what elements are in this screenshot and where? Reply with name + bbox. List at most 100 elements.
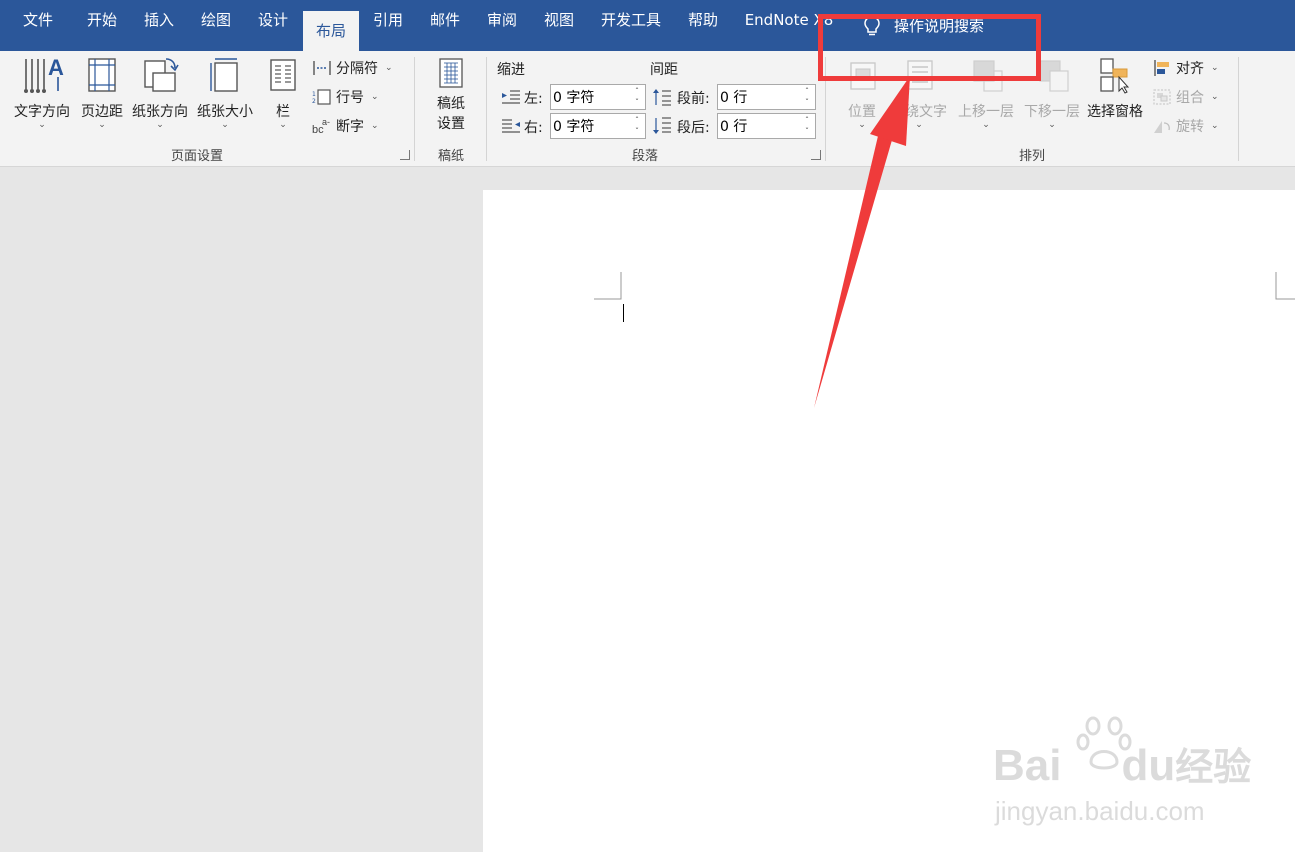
line-numbers-icon: 12 <box>312 89 331 105</box>
draft-paper-label-1: 稿纸 <box>437 96 465 112</box>
margins-icon <box>88 58 116 92</box>
tab-home[interactable]: 开始 <box>80 0 124 40</box>
hyphenation-icon: bc a- <box>312 117 330 135</box>
tab-view[interactable]: 视图 <box>537 0 581 40</box>
spacing-after-input[interactable] <box>720 117 794 135</box>
tab-file[interactable]: 文件 <box>14 0 62 40</box>
paragraph-launcher-icon[interactable] <box>811 150 821 160</box>
group-divider <box>414 57 415 161</box>
columns-label: 栏 <box>276 104 290 120</box>
columns-icon <box>270 59 296 91</box>
chevron-down-icon: ⌄ <box>38 120 46 130</box>
size-button[interactable]: 纸张大小 ⌄ <box>193 55 257 130</box>
margins-label: 页边距 <box>81 104 123 120</box>
rotate-button[interactable]: 旋转 ⌄ <box>1152 116 1219 136</box>
spinner-arrows-icon[interactable]: ˆˇ <box>631 86 643 108</box>
draft-group-label: 稿纸 <box>437 149 464 164</box>
hyphenation-button[interactable]: bc a- 断字 ⌄ <box>312 116 379 136</box>
menu-bar: 文件 开始 插入 绘图 设计 布局 引用 邮件 审阅 视图 开发工具 帮助 En… <box>0 0 1295 51</box>
draft-paper-icon <box>439 58 463 88</box>
text-direction-icon: A <box>24 55 64 93</box>
paper-size-icon <box>210 58 238 92</box>
breaks-icon <box>313 61 331 75</box>
rotate-icon <box>1154 121 1170 133</box>
chevron-down-icon: ⌄ <box>98 120 106 130</box>
indent-left-input[interactable] <box>553 88 627 106</box>
tab-design[interactable]: 设计 <box>251 0 295 40</box>
spacing-before-icon <box>653 89 671 106</box>
selection-pane-button[interactable]: 选择窗格 <box>1084 55 1146 121</box>
selection-pane-label: 选择窗格 <box>1087 104 1143 120</box>
group-objects-label: 组合 <box>1176 90 1204 106</box>
svg-text:1: 1 <box>312 91 316 98</box>
draft-paper-button[interactable]: 稿纸 设置 <box>426 55 476 133</box>
group-divider <box>1238 57 1239 161</box>
tab-review[interactable]: 审阅 <box>480 0 524 40</box>
align-label: 对齐 <box>1176 61 1204 77</box>
text-cursor <box>623 304 624 322</box>
breaks-button[interactable]: 分隔符 ⌄ <box>312 58 393 78</box>
tab-developer[interactable]: 开发工具 <box>596 0 666 40</box>
chevron-down-icon: ⌄ <box>156 120 164 130</box>
columns-button[interactable]: 栏 ⌄ <box>266 55 300 130</box>
group-divider <box>486 57 487 161</box>
spacing-header: 间距 <box>650 62 678 78</box>
send-backward-label: 下移一层 <box>1024 104 1080 120</box>
spacing-after-label: 段后: <box>677 120 710 136</box>
indent-left-label: 左: <box>524 91 543 107</box>
orientation-icon <box>144 58 179 92</box>
group-icon <box>1153 89 1171 105</box>
draft-paper-label-2: 设置 <box>437 116 465 132</box>
spacing-before-field[interactable]: ˆˇ <box>717 84 816 110</box>
line-numbers-label: 行号 <box>336 90 364 106</box>
spinner-arrows-icon[interactable]: ˆˇ <box>801 86 813 108</box>
tab-references[interactable]: 引用 <box>366 0 410 40</box>
arrange-group-label: 排列 <box>1018 149 1045 164</box>
paragraph-group-label: 段落 <box>631 149 658 164</box>
svg-text:A: A <box>48 55 64 80</box>
bring-forward-label: 上移一层 <box>958 104 1014 120</box>
tab-mailings[interactable]: 邮件 <box>423 0 467 40</box>
indent-right-label: 右: <box>524 120 543 136</box>
page-setup-launcher-icon[interactable] <box>400 150 410 160</box>
spacing-before-label: 段前: <box>677 91 710 107</box>
tab-help[interactable]: 帮助 <box>681 0 725 40</box>
breaks-label: 分隔符 <box>336 61 378 77</box>
tab-draw[interactable]: 绘图 <box>194 0 238 40</box>
indent-header: 缩进 <box>497 62 525 78</box>
chevron-down-icon: ⌄ <box>1048 120 1056 130</box>
svg-text:2: 2 <box>312 98 316 105</box>
spinner-arrows-icon[interactable]: ˆˇ <box>801 115 813 137</box>
line-numbers-button[interactable]: 12 行号 ⌄ <box>312 87 379 107</box>
spacing-after-field[interactable]: ˆˇ <box>717 113 816 139</box>
chevron-down-icon: ⌄ <box>279 120 287 130</box>
ribbon: A 文字方向 ⌄ 页边距 ⌄ 纸张方向 ⌄ 纸张大小 ⌄ 栏 ⌄ 分隔符 ⌄ 1… <box>0 51 1295 167</box>
page-setup-group-label: 页面设置 <box>170 149 223 164</box>
chevron-down-icon: ⌄ <box>915 120 923 130</box>
indent-right-field[interactable]: ˆˇ <box>550 113 646 139</box>
chevron-down-icon: ⌄ <box>221 120 229 130</box>
watermark-brand-a: Bai <box>993 741 1062 790</box>
align-button[interactable]: 对齐 ⌄ <box>1152 58 1219 78</box>
orientation-label: 纸张方向 <box>132 104 188 120</box>
orientation-button[interactable]: 纸张方向 ⌄ <box>128 55 192 130</box>
spacing-after-icon <box>653 117 671 134</box>
tab-layout[interactable]: 布局 <box>303 11 359 51</box>
indent-right-input[interactable] <box>553 117 627 135</box>
watermark-brand-c: 经验 <box>1175 745 1252 789</box>
chevron-down-icon: ⌄ <box>858 120 866 130</box>
position-label: 位置 <box>848 104 876 120</box>
spacing-before-input[interactable] <box>720 88 794 106</box>
watermark-url: jingyan.baidu.com <box>995 796 1205 826</box>
group-objects-button[interactable]: 组合 ⌄ <box>1152 87 1219 107</box>
indent-left-icon <box>502 90 520 104</box>
spinner-arrows-icon[interactable]: ˆˇ <box>631 115 643 137</box>
tab-insert[interactable]: 插入 <box>137 0 181 40</box>
annotation-highlight-box <box>818 14 1041 81</box>
text-direction-button[interactable]: A 文字方向 ⌄ <box>10 55 74 130</box>
indent-left-field[interactable]: ˆˇ <box>550 84 646 110</box>
hyphenation-label: 断字 <box>336 119 364 135</box>
margins-button[interactable]: 页边距 ⌄ <box>77 55 127 130</box>
align-icon <box>1154 60 1169 76</box>
margin-corner-mark <box>594 272 622 300</box>
